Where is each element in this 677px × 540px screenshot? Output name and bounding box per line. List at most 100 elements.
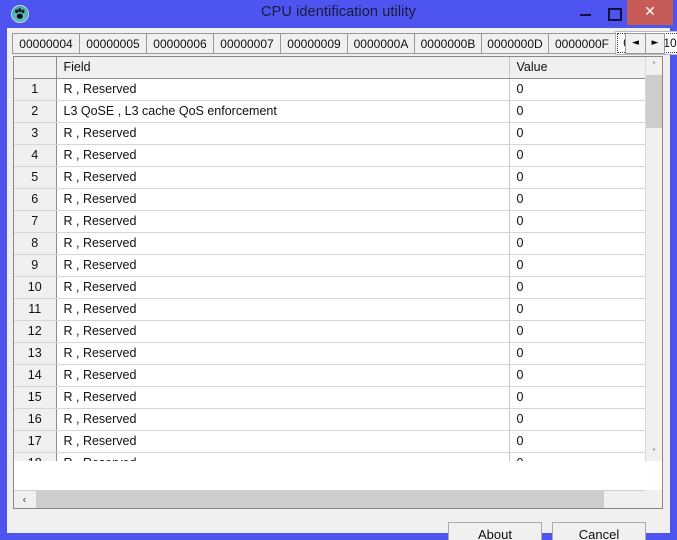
field-cell[interactable]: R , Reserved <box>56 298 510 321</box>
column-header-value[interactable]: Value <box>509 57 645 79</box>
value-cell[interactable]: 0 <box>509 408 645 431</box>
row-number-cell[interactable]: 1 <box>14 78 57 101</box>
field-cell[interactable]: R , Reserved <box>56 122 510 145</box>
field-cell[interactable]: R , Reserved <box>56 452 510 461</box>
row-number-cell[interactable]: 16 <box>14 408 57 431</box>
row-number-cell[interactable]: 3 <box>14 122 57 145</box>
value-cell[interactable]: 0 <box>509 232 645 255</box>
field-cell[interactable]: R , Reserved <box>56 232 510 255</box>
value-cell[interactable]: 0 <box>509 452 645 461</box>
field-cell[interactable]: R , Reserved <box>56 276 510 299</box>
tab-00000005[interactable]: 00000005 <box>79 33 147 54</box>
table-row[interactable]: 1R , Reserved 0 <box>14 78 645 101</box>
table-row[interactable]: 14 R , Reserved 0 <box>14 364 645 387</box>
table-row[interactable]: 16 R , Reserved 0 <box>14 408 645 431</box>
tab-0000000F[interactable]: 0000000F <box>548 33 616 54</box>
table-row[interactable]: 13 R , Reserved 0 <box>14 342 645 365</box>
field-cell[interactable]: R , Reserved <box>56 166 510 189</box>
minimize-button[interactable] <box>571 0 599 25</box>
field-cell[interactable]: R , Reserved <box>56 364 510 387</box>
value-cell[interactable]: 0 <box>509 276 645 299</box>
tab-00000009[interactable]: 00000009 <box>280 33 348 54</box>
row-number-cell[interactable]: 14 <box>14 364 57 387</box>
table-row[interactable]: 12 R , Reserved 0 <box>14 320 645 343</box>
value-cell[interactable]: 0 <box>509 78 645 101</box>
row-number-cell[interactable]: 2 <box>14 100 57 123</box>
value-cell[interactable]: 0 <box>509 254 645 277</box>
row-number-cell[interactable]: 12 <box>14 320 57 343</box>
table-row[interactable]: 8R , Reserved 0 <box>14 232 645 255</box>
table-row[interactable]: 17 R , Reserved 0 <box>14 430 645 453</box>
value-cell[interactable]: 0 <box>509 386 645 409</box>
table-row[interactable]: 4R , Reserved 0 <box>14 144 645 167</box>
row-number-cell[interactable]: 11 <box>14 298 57 321</box>
table-row[interactable]: 2 L3 QoSE , L3 cache QoS enforcement 0 <box>14 100 645 123</box>
tab-00000004[interactable]: 00000004 <box>12 33 80 54</box>
field-cell[interactable]: R , Reserved <box>56 78 510 101</box>
scroll-left-button[interactable]: ‹ <box>14 491 35 508</box>
field-cell[interactable]: L3 QoSE , L3 cache QoS enforcement <box>56 100 510 123</box>
field-cell[interactable]: R , Reserved <box>56 430 510 453</box>
vertical-scrollbar-thumb[interactable] <box>646 75 662 128</box>
row-number-cell[interactable]: 18 <box>14 452 57 461</box>
table-row[interactable]: 3R , Reserved 0 <box>14 122 645 145</box>
value-cell[interactable]: 0 <box>509 430 645 453</box>
table-row[interactable]: 18R , Reserved0 <box>14 452 645 461</box>
value-cell[interactable]: 0 <box>509 144 645 167</box>
row-number-cell[interactable]: 17 <box>14 430 57 453</box>
about-button[interactable]: About <box>448 522 542 540</box>
scroll-down-button[interactable]: ˅ <box>646 444 662 461</box>
field-cell[interactable]: R , Reserved <box>56 386 510 409</box>
table-row[interactable]: 5R , Reserved 0 <box>14 166 645 189</box>
tab-00000006[interactable]: 00000006 <box>146 33 214 54</box>
tab-scroll-right-button[interactable]: ► <box>645 34 664 53</box>
value-cell[interactable]: 0 <box>509 364 645 387</box>
tab-0000000B[interactable]: 0000000B <box>414 33 482 54</box>
close-button[interactable]: ✕ <box>627 0 673 25</box>
tab-scroll-left-button[interactable]: ◄ <box>626 34 645 53</box>
table-row[interactable]: 11 R , Reserved 0 <box>14 298 645 321</box>
value-cell[interactable]: 0 <box>509 298 645 321</box>
row-number-cell[interactable]: 5 <box>14 166 57 189</box>
tab-strip: 00000004 00000005 00000006 00000007 00000009… <box>12 31 677 56</box>
field-cell[interactable]: R , Reserved <box>56 144 510 167</box>
value-cell[interactable]: 0 <box>509 188 645 211</box>
field-cell[interactable]: R , Reserved <box>56 342 510 365</box>
cancel-button[interactable]: Cancel <box>552 522 646 540</box>
value-cell[interactable]: 0 <box>509 210 645 233</box>
row-number-cell[interactable]: 7 <box>14 210 57 233</box>
horizontal-scrollbar-thumb[interactable] <box>36 491 604 508</box>
vertical-scrollbar[interactable]: ˄ ˅ <box>645 57 662 461</box>
value-cell[interactable]: 0 <box>509 342 645 365</box>
tab-0000000D[interactable]: 0000000D <box>481 33 549 54</box>
row-number-cell[interactable]: 6 <box>14 188 57 211</box>
row-number-cell[interactable]: 15 <box>14 386 57 409</box>
value-cell[interactable]: 0 <box>509 320 645 343</box>
maximize-button[interactable] <box>599 0 627 25</box>
column-header-rownum[interactable] <box>14 57 57 79</box>
field-cell[interactable]: R , Reserved <box>56 210 510 233</box>
row-number-cell[interactable]: 10 <box>14 276 57 299</box>
tab-00000007[interactable]: 00000007 <box>213 33 281 54</box>
value-cell[interactable]: 0 <box>509 122 645 145</box>
field-cell[interactable]: R , Reserved <box>56 408 510 431</box>
table-row[interactable]: 9R , Reserved 0 <box>14 254 645 277</box>
row-number-cell[interactable]: 13 <box>14 342 57 365</box>
field-cell[interactable]: R , Reserved <box>56 320 510 343</box>
row-number-cell[interactable]: 9 <box>14 254 57 277</box>
table-row[interactable]: 6R , Reserved 0 <box>14 188 645 211</box>
field-cell[interactable]: R , Reserved <box>56 254 510 277</box>
row-number-cell[interactable]: 8 <box>14 232 57 255</box>
value-cell[interactable]: 0 <box>509 100 645 123</box>
table-row[interactable]: 15 R , Reserved 0 <box>14 386 645 409</box>
title-bar[interactable]: CPU identification utility ✕ <box>0 0 677 28</box>
table-row[interactable]: 7R , Reserved 0 <box>14 210 645 233</box>
table-row[interactable]: 10 R , Reserved 0 <box>14 276 645 299</box>
horizontal-scrollbar[interactable]: ‹ › <box>14 490 662 508</box>
tab-0000000A[interactable]: 0000000A <box>347 33 415 54</box>
column-header-field[interactable]: Field <box>56 57 510 79</box>
value-cell[interactable]: 0 <box>509 166 645 189</box>
field-cell[interactable]: R , Reserved <box>56 188 510 211</box>
scroll-up-button[interactable]: ˄ <box>646 57 662 74</box>
row-number-cell[interactable]: 4 <box>14 144 57 167</box>
